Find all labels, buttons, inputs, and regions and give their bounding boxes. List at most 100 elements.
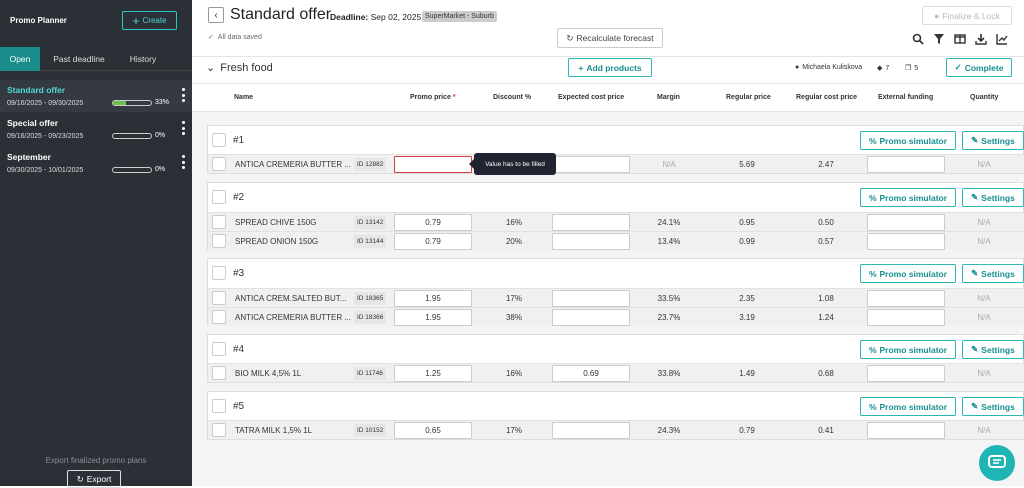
quantity-value: N/A xyxy=(977,160,991,169)
plan-progress-bar xyxy=(112,133,152,139)
row-checkbox[interactable] xyxy=(212,366,226,380)
promo-price-input[interactable]: 0.79 xyxy=(394,233,472,250)
col-regular-cost[interactable]: Regular cost price xyxy=(796,94,857,101)
regular-price-value: 0.79 xyxy=(739,426,755,435)
promo-price-input[interactable]: 1.95 xyxy=(394,309,472,326)
filter-icon[interactable] xyxy=(931,31,946,46)
external-funding-input[interactable] xyxy=(867,214,945,231)
plan-name: Standard offer xyxy=(7,85,66,95)
col-promo-price[interactable]: Promo price * xyxy=(410,94,456,101)
settings-button[interactable]: ✎ Settings xyxy=(962,264,1024,283)
expected-cost-input[interactable] xyxy=(552,422,630,439)
margin-value: N/A xyxy=(662,160,676,169)
export-button[interactable]: ↻ Export xyxy=(67,470,121,488)
group-checkbox[interactable] xyxy=(212,266,226,280)
tab-history[interactable]: History xyxy=(118,47,168,71)
promo-price-input[interactable]: 1.25 xyxy=(394,365,472,382)
external-funding-input[interactable] xyxy=(867,309,945,326)
columns-icon[interactable] xyxy=(952,31,967,46)
settings-button[interactable]: ✎ Settings xyxy=(962,188,1024,207)
expected-cost-input[interactable] xyxy=(552,156,630,173)
add-products-button[interactable]: + Add products xyxy=(568,58,652,77)
row-checkbox[interactable] xyxy=(212,423,226,437)
plan-item-standard-offer[interactable]: Standard offer 09/16/2025 - 09/30/2025 3… xyxy=(0,80,192,112)
search-icon[interactable] xyxy=(910,31,925,46)
more-icon[interactable] xyxy=(181,155,185,169)
sidebar: Promo Planner + Create Open Past deadlin… xyxy=(0,0,192,488)
percent-icon: % xyxy=(868,401,877,412)
row-checkbox[interactable] xyxy=(212,215,226,229)
group-checkbox[interactable] xyxy=(212,342,226,356)
refresh-icon: ↻ xyxy=(566,32,574,43)
regular-cost-value: 0.50 xyxy=(818,218,834,227)
recalculate-forecast-button[interactable]: ↻ Recalculate forecast xyxy=(557,28,663,48)
promo-price-input[interactable]: 0.79 xyxy=(394,214,472,231)
external-funding-input[interactable] xyxy=(867,233,945,250)
chevron-left-icon: ‹ xyxy=(214,9,218,21)
external-funding-input[interactable] xyxy=(867,422,945,439)
promo-price-input[interactable]: 0.65 xyxy=(394,422,472,439)
col-discount[interactable]: Discount % xyxy=(493,94,531,101)
plan-item-special-offer[interactable]: Special offer 09/16/2025 - 09/23/2025 0% xyxy=(0,113,192,145)
row-checkbox[interactable] xyxy=(212,234,226,248)
row-checkbox[interactable] xyxy=(212,157,226,171)
product-name: SPREAD CHIVE 150G xyxy=(235,218,317,227)
complete-button[interactable]: ✓ Complete xyxy=(946,58,1012,77)
more-icon[interactable] xyxy=(181,88,185,102)
plan-progress-pct: 0% xyxy=(155,166,166,173)
settings-button[interactable]: ✎ Settings xyxy=(962,340,1024,359)
col-quantity[interactable]: Quantity xyxy=(970,94,998,101)
promo-price-input[interactable] xyxy=(394,156,472,173)
back-button[interactable]: ‹ xyxy=(208,7,224,23)
group-label: #2 xyxy=(233,192,245,203)
download-icon[interactable] xyxy=(973,31,988,46)
plan-name: September xyxy=(7,152,51,162)
create-button[interactable]: + Create xyxy=(122,11,177,30)
row-checkbox[interactable] xyxy=(212,291,226,305)
expected-cost-input[interactable]: 0.69 xyxy=(552,365,630,382)
chart-icon[interactable] xyxy=(994,31,1009,46)
col-margin[interactable]: Margin xyxy=(657,94,680,101)
col-regular-price[interactable]: Regular price xyxy=(726,94,771,101)
external-funding-input[interactable] xyxy=(867,290,945,307)
row-checkbox[interactable] xyxy=(212,310,226,324)
promo-simulator-button[interactable]: % Promo simulator xyxy=(860,397,956,416)
col-name[interactable]: Name xyxy=(234,94,253,101)
owner-name: Michaela Kuliskova xyxy=(802,64,863,71)
expected-cost-input[interactable] xyxy=(552,214,630,231)
more-icon[interactable] xyxy=(181,121,185,135)
settings-button[interactable]: ✎ Settings xyxy=(962,397,1024,416)
promo-simulator-button[interactable]: % Promo simulator xyxy=(860,131,956,150)
chat-button[interactable] xyxy=(979,445,1015,481)
progress-fill xyxy=(113,101,126,105)
discount-value: 38% xyxy=(505,313,522,322)
section-title[interactable]: ⌄ Fresh food xyxy=(206,61,273,75)
regular-price-value: 2.35 xyxy=(739,294,755,303)
external-funding-input[interactable] xyxy=(867,156,945,173)
table-row: ANTICA CREMERIA BUTTER ... ID 12882 N/A … xyxy=(208,154,1024,173)
expected-cost-input[interactable] xyxy=(552,290,630,307)
expected-cost-input[interactable] xyxy=(552,233,630,250)
promo-simulator-button[interactable]: % Promo simulator xyxy=(860,340,956,359)
settings-button[interactable]: ✎ Settings xyxy=(962,131,1024,150)
tab-past-deadline[interactable]: Past deadline xyxy=(40,47,118,71)
table-row: ANTICA CREM.SALTED BUT... ID 18365 1.95 … xyxy=(208,288,1024,307)
plan-item-september[interactable]: September 09/30/2025 - 10/01/2025 0% xyxy=(0,147,192,179)
promo-price-input[interactable]: 1.95 xyxy=(394,290,472,307)
promo-simulator-button[interactable]: % Promo simulator xyxy=(860,264,956,283)
group: #1 % Promo simulator ✎ Settings ANTICA CRE… xyxy=(207,125,1024,174)
group-checkbox[interactable] xyxy=(212,133,226,147)
margin-value: 33.5% xyxy=(657,294,681,303)
quantity-value: N/A xyxy=(977,313,991,322)
promo-simulator-button[interactable]: % Promo simulator xyxy=(860,188,956,207)
quantity-value: N/A xyxy=(977,218,991,227)
group-checkbox[interactable] xyxy=(212,399,226,413)
tag-icon: ◆ xyxy=(877,65,883,72)
tab-open[interactable]: Open xyxy=(0,47,40,71)
finalize-lock-button[interactable]: ● Finalize & Lock xyxy=(922,6,1012,25)
expected-cost-input[interactable] xyxy=(552,309,630,326)
col-external-funding[interactable]: External funding xyxy=(878,94,933,101)
col-expected-cost[interactable]: Expected cost price xyxy=(558,94,624,101)
group-checkbox[interactable] xyxy=(212,190,226,204)
external-funding-input[interactable] xyxy=(867,365,945,382)
